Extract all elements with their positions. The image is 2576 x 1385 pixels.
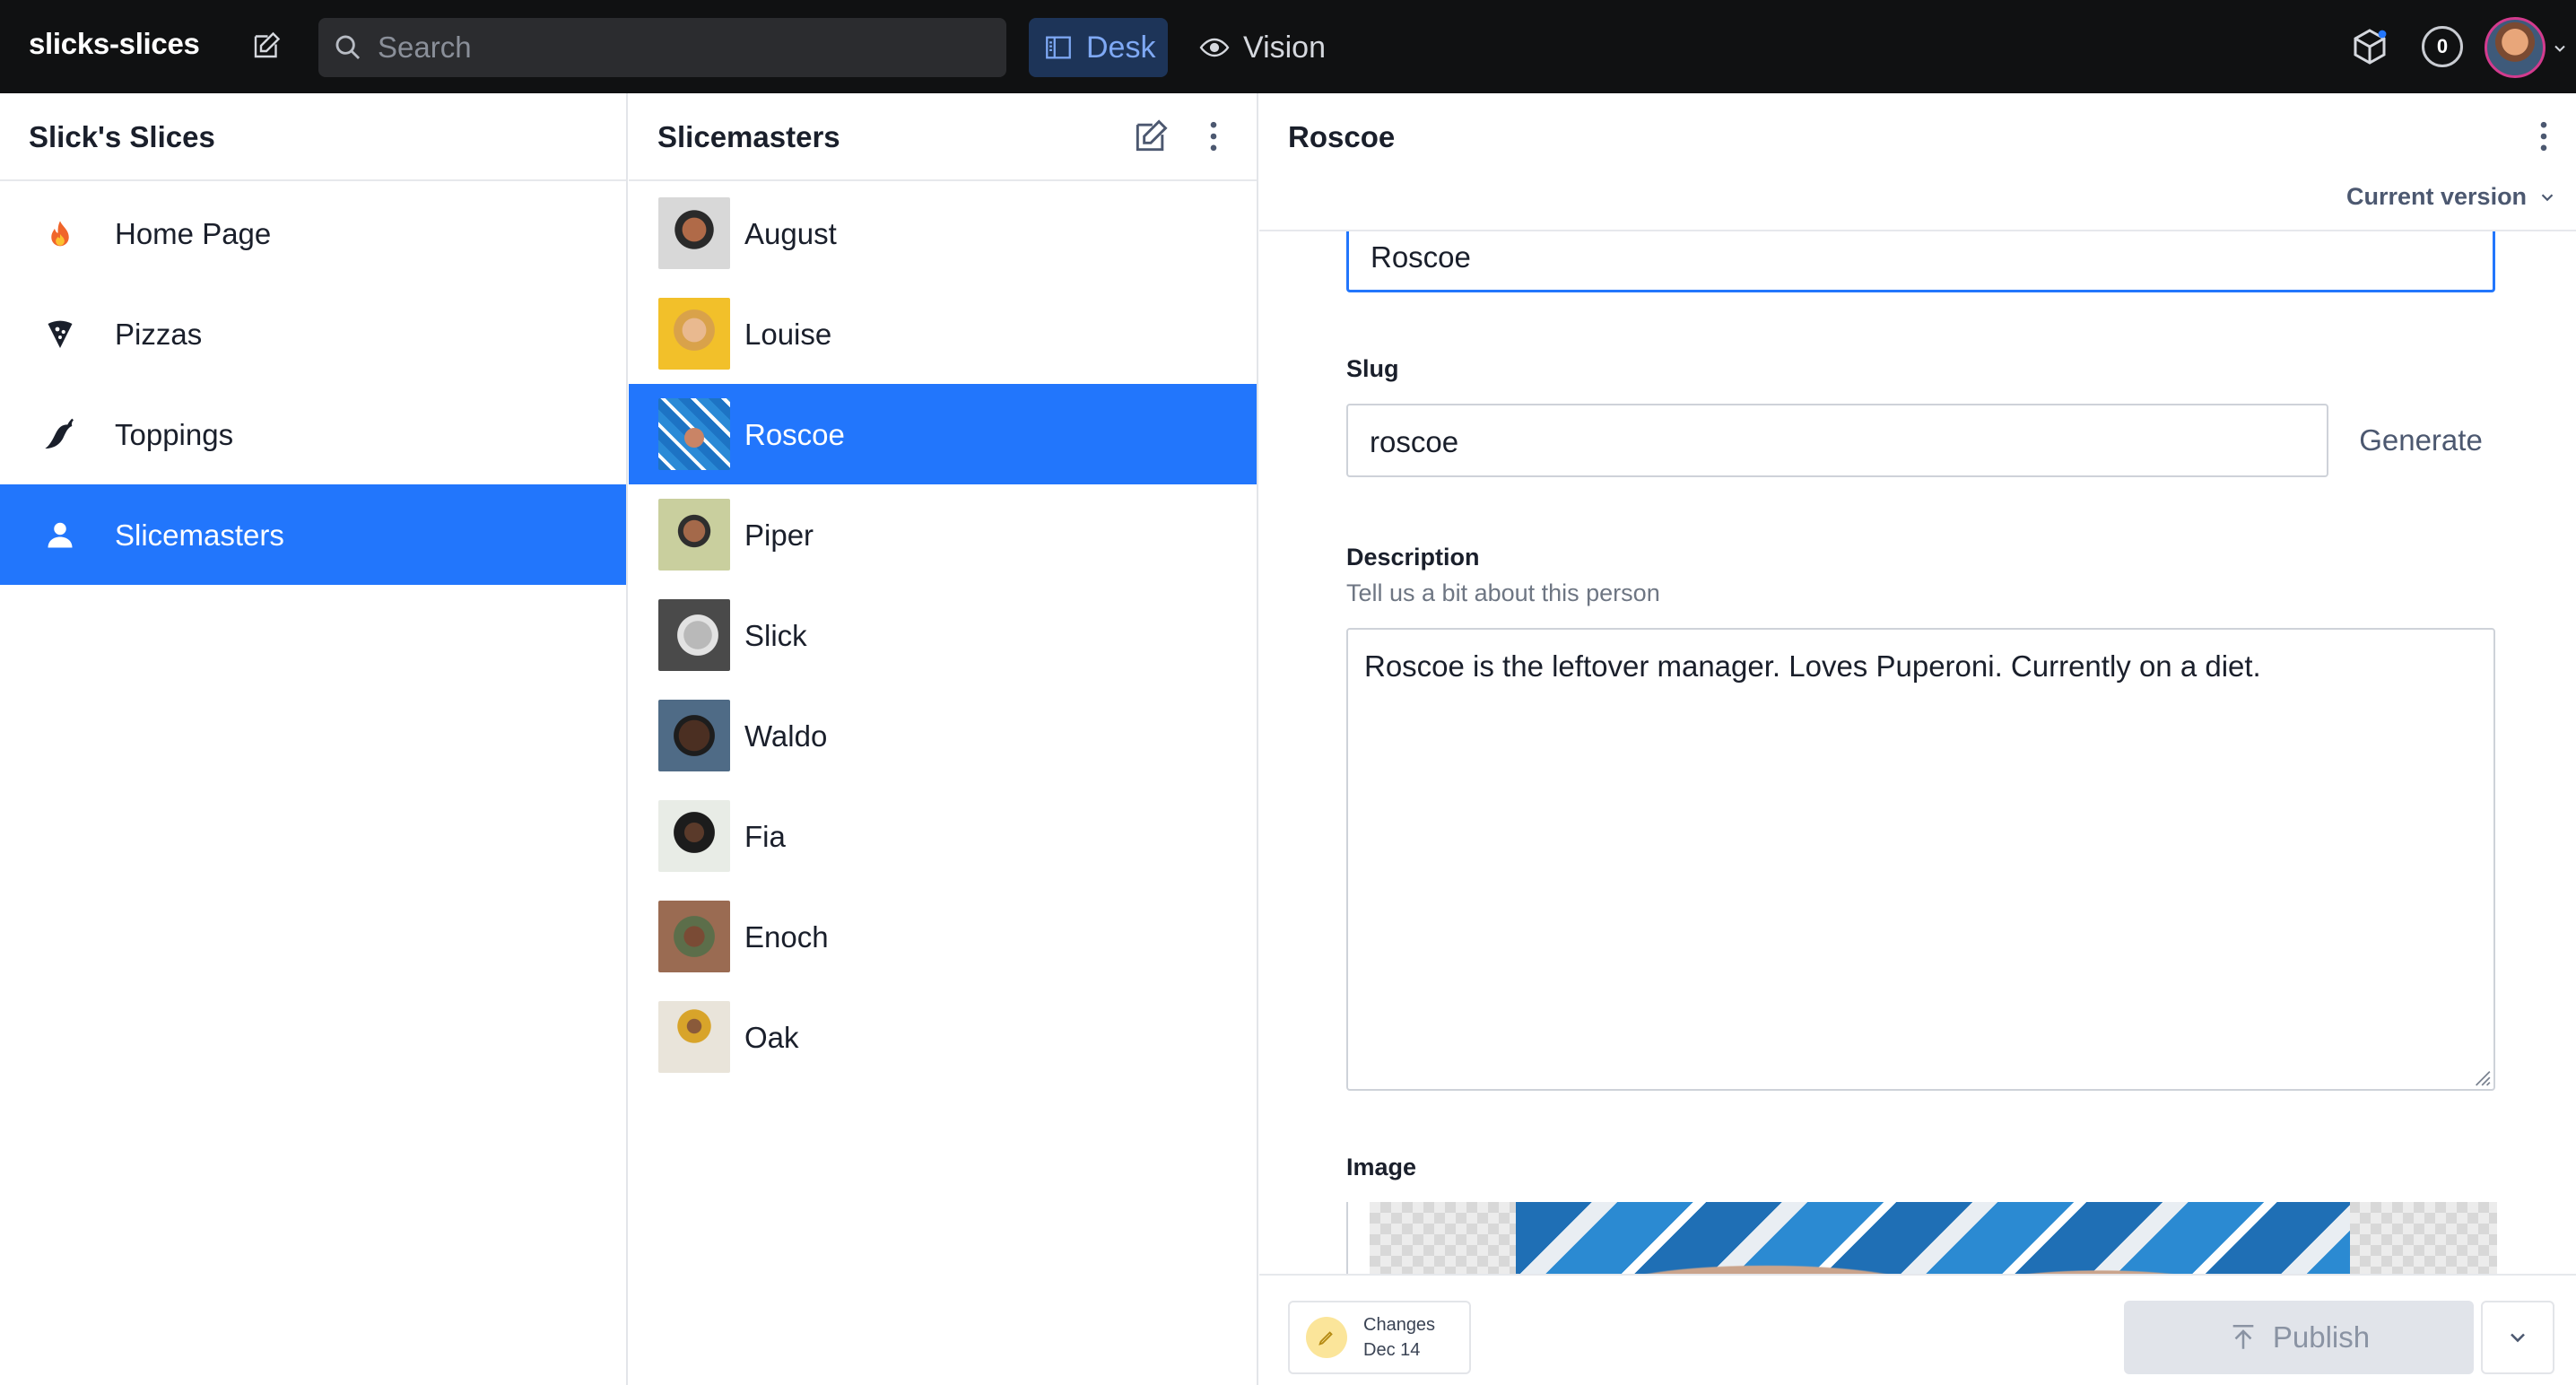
avatar [658, 800, 730, 872]
structure-title: Slick's Slices [29, 120, 215, 153]
changes-date: Dec 14 [1363, 1340, 1421, 1360]
compose-icon[interactable] [1131, 117, 1171, 156]
person-name: Waldo [744, 719, 828, 753]
structure-header: Slick's Slices [0, 93, 626, 181]
notification-count[interactable]: 0 [2422, 26, 2463, 67]
avatar [658, 1001, 730, 1073]
resize-handle-icon[interactable] [2468, 1064, 2492, 1087]
changes-button[interactable]: Changes Dec 14 [1288, 1301, 1471, 1374]
structure-item-pizzas[interactable]: Pizzas [0, 283, 626, 384]
avatar[interactable] [2485, 17, 2546, 78]
search-input[interactable] [378, 18, 988, 77]
tool-vision-label: Vision [1243, 30, 1326, 65]
version-label: Current version [2346, 183, 2528, 210]
person-name: Roscoe [744, 418, 845, 451]
slug-input-value: roscoe [1370, 425, 1459, 458]
structure-item-label: Pizzas [115, 318, 203, 351]
chevron-down-icon[interactable] [2551, 39, 2569, 57]
search-icon [335, 35, 361, 60]
top-navbar: slicks-slices Desk Vision 0 [0, 0, 2576, 93]
version-selector[interactable]: Current version [2346, 183, 2557, 211]
document-editor-pane: Roscoe Current version Roscoe Slug rosco… [1259, 93, 2576, 1385]
person-name: Enoch [744, 920, 829, 954]
chevron-down-icon [2541, 193, 2554, 201]
pencil-icon [1306, 1317, 1347, 1358]
publish-menu-button[interactable] [2481, 1301, 2554, 1374]
slug-input[interactable]: roscoe [1346, 404, 2328, 477]
image-preview[interactable] [1370, 1202, 2497, 1274]
list-item-enoch[interactable]: Enoch [629, 886, 1257, 987]
compose-icon[interactable] [246, 25, 287, 66]
person-name: Oak [744, 1021, 799, 1054]
changes-title: Changes [1363, 1315, 1436, 1335]
document-footer: Changes Dec 14 Publish [1259, 1274, 2576, 1385]
avatar [658, 398, 730, 470]
person-name: Louise [744, 318, 832, 351]
slug-label: Slug [1346, 355, 1399, 382]
person-name: Fia [744, 820, 786, 853]
avatar [658, 901, 730, 972]
pepper-icon [41, 416, 79, 454]
image-label: Image [1346, 1154, 1417, 1180]
slicemasters-title: Slicemasters [657, 120, 840, 153]
description-value: Roscoe is the leftover manager. Loves Pu… [1364, 649, 2261, 683]
structure-item-home-page[interactable]: Home Page [0, 183, 626, 283]
description-label: Description [1346, 544, 1480, 571]
slicemasters-header: Slicemasters [629, 93, 1257, 181]
structure-pane: Slick's Slices Home Page Pizzas Toppings [0, 93, 628, 1385]
person-name: Slick [744, 619, 807, 652]
tool-vision-button[interactable]: Vision [1198, 18, 1326, 77]
structure-item-label: Home Page [115, 217, 272, 250]
desk-icon [1046, 36, 1071, 59]
generate-slug-button[interactable]: Generate [2354, 404, 2488, 477]
list-item-august[interactable]: August [629, 183, 1257, 283]
package-icon[interactable] [2348, 25, 2391, 68]
person-name: Piper [744, 518, 814, 552]
publish-icon [2232, 1324, 2254, 1349]
avatar [658, 197, 730, 269]
description-hint: Tell us a bit about this person [1346, 579, 1660, 606]
structure-item-toppings[interactable]: Toppings [0, 384, 626, 484]
list-item-oak[interactable]: Oak [629, 987, 1257, 1087]
publish-button[interactable]: Publish [2124, 1301, 2474, 1374]
structure-item-slicemasters[interactable]: Slicemasters [0, 484, 626, 585]
eye-icon [1199, 38, 1230, 57]
avatar [658, 700, 730, 771]
document-title: Roscoe [1288, 120, 1396, 153]
list-item-fia[interactable]: Fia [629, 786, 1257, 886]
project-title[interactable]: slicks-slices [29, 27, 200, 61]
fire-icon [41, 215, 79, 253]
structure-item-label: Toppings [115, 418, 234, 451]
list-item-slick[interactable]: Slick [629, 585, 1257, 685]
description-textarea[interactable]: Roscoe is the leftover manager. Loves Pu… [1346, 628, 2495, 1091]
list-item-piper[interactable]: Piper [629, 484, 1257, 585]
structure-item-label: Slicemasters [115, 518, 284, 552]
avatar [658, 599, 730, 671]
image-photo [1516, 1202, 2350, 1274]
publish-label: Publish [2272, 1320, 2371, 1354]
name-field[interactable]: Roscoe [1346, 231, 2495, 292]
slicemasters-pane: Slicemasters August Louise Roscoe Piper … [629, 93, 1258, 1385]
list-item-louise[interactable]: Louise [629, 283, 1257, 384]
person-name: August [744, 217, 837, 250]
pizza-icon [41, 316, 79, 353]
chevron-down-icon [2511, 1333, 2525, 1343]
tool-desk-label: Desk [1086, 30, 1156, 65]
search-box[interactable] [318, 18, 1006, 77]
user-icon [41, 517, 79, 554]
avatar [658, 298, 730, 370]
name-field-value: Roscoe [1371, 240, 1471, 274]
tool-desk-button[interactable]: Desk [1029, 18, 1168, 77]
list-item-waldo[interactable]: Waldo [629, 685, 1257, 786]
more-vertical-icon[interactable] [2533, 117, 2554, 156]
list-item-roscoe[interactable]: Roscoe [629, 384, 1257, 484]
more-vertical-icon[interactable] [1203, 117, 1224, 156]
avatar [658, 499, 730, 571]
